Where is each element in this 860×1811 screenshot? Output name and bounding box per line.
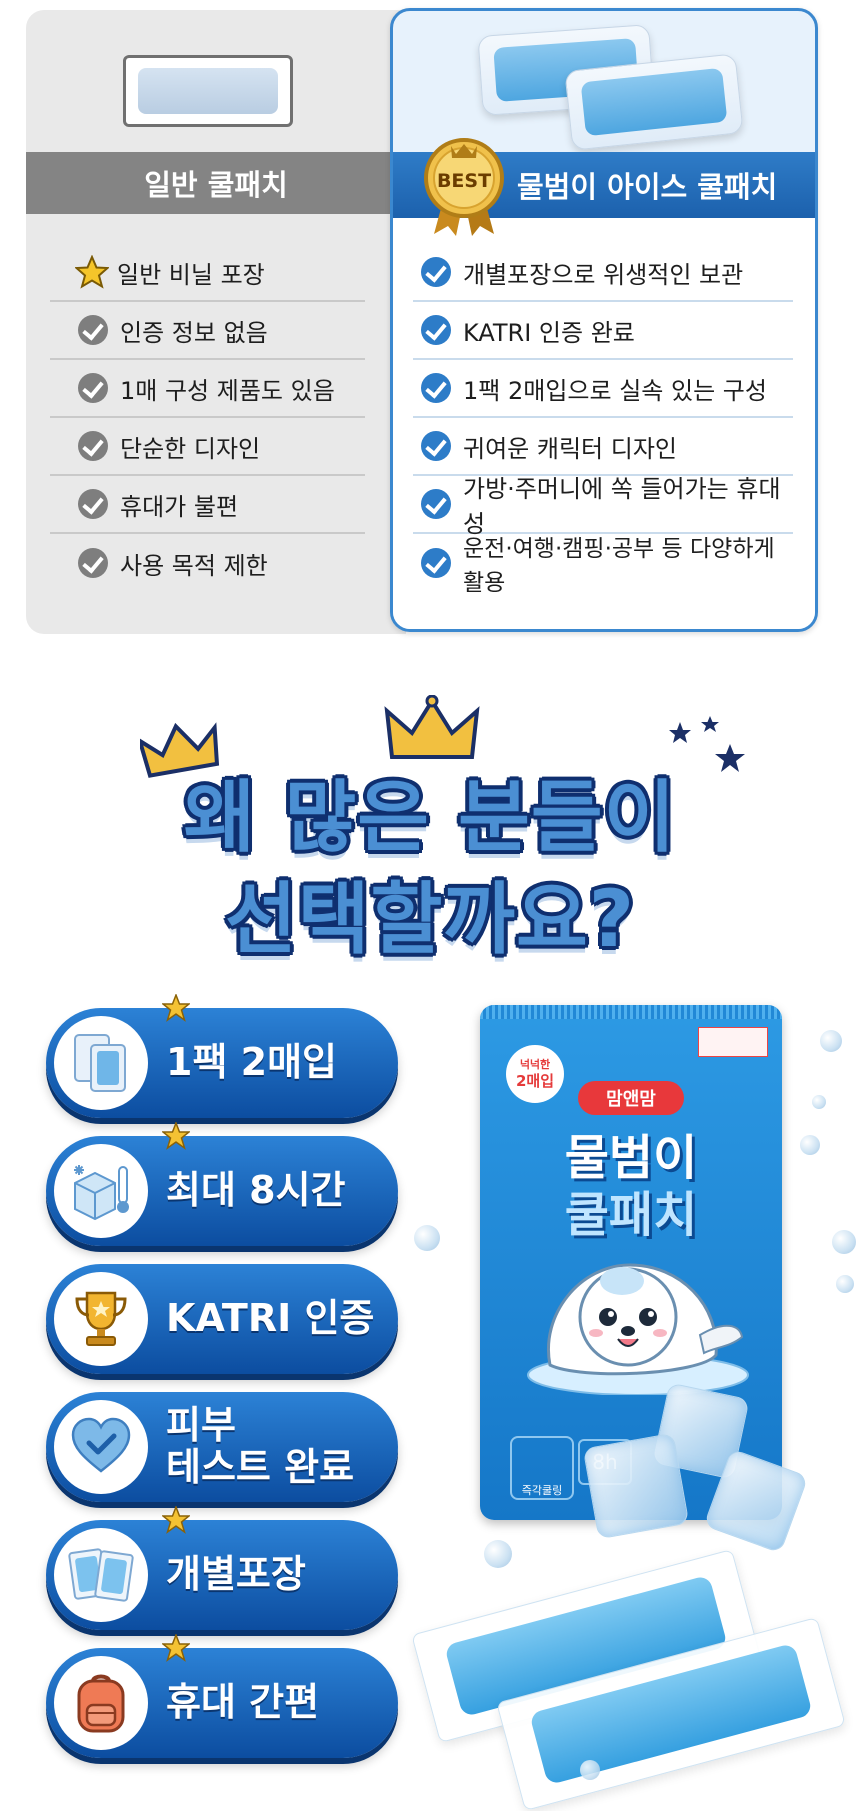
- feature-icon-circle: [54, 1400, 148, 1494]
- pack-brand-badge: 맘앤맘: [578, 1081, 684, 1115]
- pack-seal-edge: [480, 1005, 782, 1019]
- check-icon: [421, 373, 451, 403]
- general-item-label: 일반 비닐 포장: [117, 260, 265, 289]
- general-item-label: 인증 정보 없음: [120, 318, 268, 347]
- water-drop-image: [820, 1030, 842, 1052]
- seal-item-label: 운전·여행·캠핑·공부 등 다양하게 활용: [463, 536, 775, 596]
- individual-pack-icon: [68, 1548, 134, 1602]
- seal-item-label: KATRI 인증 완료: [463, 318, 635, 347]
- general-item-6: 사용 목적 제한: [50, 534, 365, 592]
- feature-label: 1팩 2매입: [166, 1040, 337, 1085]
- feature-label: 최대 8시간: [166, 1168, 346, 1213]
- check-icon: [421, 257, 451, 287]
- seal-item-label: 개별포장으로 위생적인 보관: [463, 260, 744, 289]
- check-icon: [421, 315, 451, 345]
- pack-cert-label: [698, 1027, 768, 1057]
- seal-item-3: 1팩 2매입으로 실속 있는 구성: [413, 360, 793, 418]
- check-icon: [78, 431, 108, 461]
- water-drop-image: [812, 1095, 826, 1109]
- general-item-label: 1매 구성 제품도 있음: [120, 376, 335, 405]
- feature-label: KATRI 인증: [166, 1296, 375, 1341]
- general-item-3: 1매 구성 제품도 있음: [50, 360, 365, 418]
- general-item-label: 휴대가 불편: [120, 492, 239, 521]
- headline-line-2: 선택할까요?: [224, 875, 636, 965]
- patches-icon: [74, 1034, 126, 1092]
- check-icon: [78, 489, 108, 519]
- feature-pill-individual-pack: 개별포장: [46, 1506, 398, 1630]
- general-item-5: 휴대가 불편: [50, 476, 365, 534]
- general-item-4: 단순한 디자인: [50, 418, 365, 476]
- feature-label: 휴대 간편: [166, 1680, 320, 1725]
- seal-item-5: 가방·주머니에 쏙 들어가는 휴대성: [413, 475, 793, 538]
- check-icon: [421, 489, 451, 519]
- best-medal-icon: BEST: [424, 138, 504, 236]
- seal-item-6: 운전·여행·캠핑·공부 등 다양하게 활용: [413, 534, 793, 596]
- water-drop-image: [800, 1135, 820, 1155]
- water-drop-image: [414, 1225, 440, 1251]
- water-drop-image: [484, 1540, 512, 1568]
- feature-pill-katri: KATRI 인증: [46, 1264, 398, 1374]
- feature-icon-circle: [54, 1016, 148, 1110]
- pack-count-badge: 넉넉한 2매입: [506, 1045, 564, 1103]
- general-item-label: 사용 목적 제한: [120, 551, 268, 580]
- check-icon: [421, 431, 451, 461]
- feature-pill-skin-test: 피부 테스트 완료: [46, 1392, 398, 1502]
- headline-line-1: 왜 많은 분들이: [183, 773, 677, 863]
- feature-pill-2-per-pack: 1팩 2매입: [46, 994, 398, 1118]
- pack-feature-box: 즉각쿨링: [510, 1436, 574, 1500]
- check-icon: [421, 548, 451, 578]
- general-patch-title: 일반 쿨패치: [26, 152, 406, 214]
- water-drop-image: [836, 1275, 854, 1293]
- seal-item-4: 귀여운 캐릭터 디자인: [413, 418, 793, 476]
- feature-icon-circle: [54, 1144, 148, 1238]
- backpack-icon: [77, 1674, 125, 1733]
- heart-check-icon: [71, 1417, 131, 1473]
- pack-badge-big: 2매입: [515, 1071, 555, 1090]
- feature-label: 개별포장: [166, 1552, 306, 1597]
- pack-badge-small: 넉넉한: [519, 1058, 551, 1072]
- feature-pill-portable: 휴대 간편: [46, 1634, 398, 1758]
- check-icon: [78, 373, 108, 403]
- seal-mascot-icon: [527, 1263, 749, 1395]
- general-item-1: 일반 비닐 포장: [50, 244, 365, 302]
- ice-cube-image: [582, 1432, 690, 1540]
- seal-item-2: KATRI 인증 완료: [413, 302, 793, 360]
- feature-pill-8-hours: 최대 8시간: [46, 1122, 398, 1246]
- general-patch-image: [123, 55, 293, 127]
- feature-label-line-2: 테스트 완료: [166, 1445, 355, 1489]
- feature-label-line-1: 피부: [166, 1403, 236, 1448]
- feature-icon-circle: [54, 1272, 148, 1366]
- check-icon: [78, 315, 108, 345]
- seal-item-label: 귀여운 캐릭터 디자인: [463, 434, 677, 463]
- feature-label-multiline: 피부 테스트 완료: [166, 1392, 354, 1502]
- seal-item-1: 개별포장으로 위생적인 보관: [413, 244, 793, 302]
- seal-item-label: 1팩 2매입으로 실속 있는 구성: [463, 376, 767, 405]
- water-drop-image: [580, 1760, 600, 1780]
- best-medal-label: BEST: [437, 170, 491, 192]
- water-drop-image: [832, 1230, 856, 1254]
- feature-icon-circle: [54, 1656, 148, 1750]
- star-icon: [75, 255, 109, 289]
- general-item-2: 인증 정보 없음: [50, 302, 365, 360]
- check-icon: [78, 548, 108, 578]
- ice-thermometer-icon: [74, 1165, 129, 1221]
- feature-icon-circle: [54, 1528, 148, 1622]
- general-item-label: 단순한 디자인: [120, 434, 261, 463]
- trophy-icon: [75, 1291, 127, 1346]
- pack-foot-label: 즉각쿨링: [521, 1484, 563, 1497]
- seal-patch-title: 물범이 아이스 쿨패치: [517, 170, 778, 204]
